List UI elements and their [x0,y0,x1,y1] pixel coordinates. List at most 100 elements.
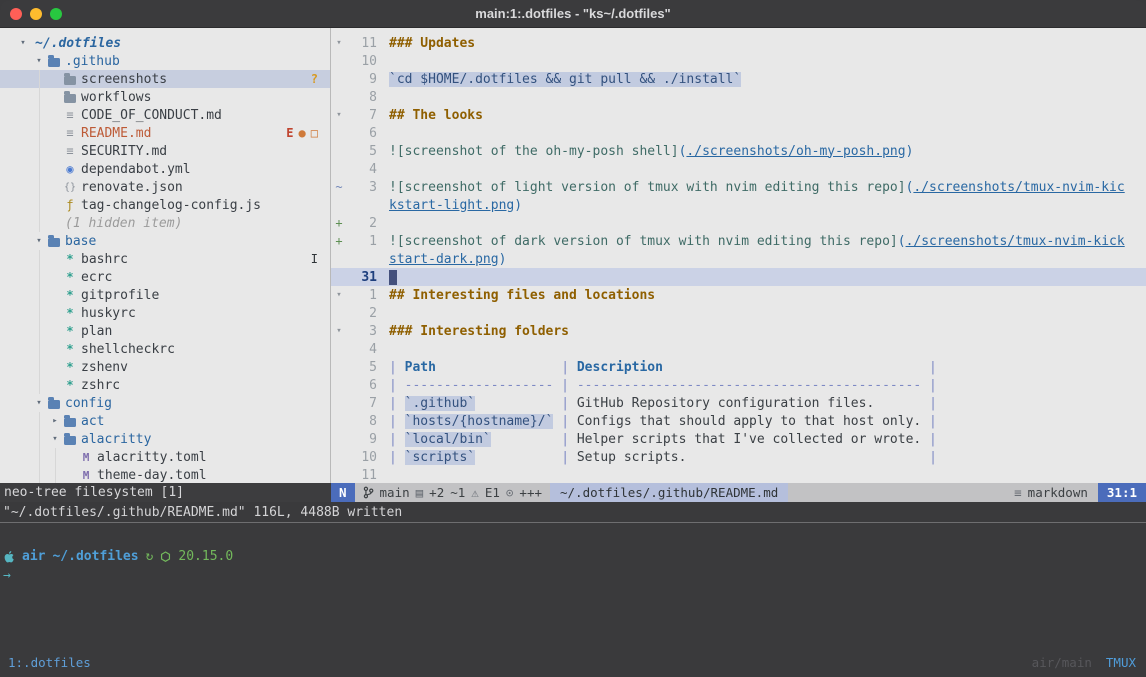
line-segment: ### Interesting folders [389,324,569,339]
line-text: ![screenshot of dark version of tmux wit… [389,234,1125,249]
editor-line[interactable]: 10 [331,52,1146,70]
tree-item-tag-changelog-config-js[interactable]: ƒtag-changelog-config.js [0,196,330,214]
editor-line[interactable]: 9`cd $HOME/.dotfiles && git pull && ./in… [331,70,1146,88]
indent-guide [16,142,32,160]
indent-guide [16,178,32,196]
zoom-button-icon[interactable] [50,8,62,20]
line-number: 2 [347,306,377,321]
tmux-window-name[interactable]: 1:.dotfiles [8,655,91,670]
tree-item-alacritty[interactable]: ▾alacritty [0,430,330,448]
tree-item-readme-md[interactable]: ≡README.mdE●□ [0,124,330,142]
tree-item-github[interactable]: ▾.github [0,52,330,70]
indent-guide [16,394,32,412]
line-text: | `.github` | GitHub Repository configur… [389,396,937,411]
editor-pane[interactable]: ▾11### Updates 109`cd $HOME/.dotfiles && … [331,28,1146,483]
tree-item-plan[interactable]: *plan [0,322,330,340]
editor-line[interactable]: 9| `local/bin` | Helper scripts that I'v… [331,430,1146,448]
tree-item-dotfiles[interactable]: ▾~/.dotfiles [0,34,330,52]
tree-item-base[interactable]: ▾base [0,232,330,250]
tree-item-theme-day-toml[interactable]: Mtheme-day.toml [0,466,330,483]
indent-guide [16,196,32,214]
editor-line[interactable]: 6| ------------------- | ---------------… [331,376,1146,394]
tree-item-dependabot-yml[interactable]: ◉dependabot.yml [0,160,330,178]
close-button-icon[interactable] [10,8,22,20]
tree-item-huskyrc[interactable]: *huskyrc [0,304,330,322]
folder-icon [46,236,62,247]
tree-item-screenshots[interactable]: screenshots? [0,70,330,88]
expander-arrow-icon[interactable]: ▾ [32,56,46,66]
neo-tree-panel[interactable]: ▾~/.dotfiles▾.githubscreenshots? workflow… [0,28,331,483]
shell-file-icon: * [62,252,78,266]
line-segment: ![screenshot of dark version of tmux wit… [389,234,898,249]
neotree-status-text: neo-tree filesystem [1] [4,485,184,500]
line-number: 11 [347,468,377,483]
diagnostics-icon: ⚠ [471,485,479,500]
editor-line[interactable]: kstart-light.png) [331,196,1146,214]
line-number: 10 [347,54,377,69]
editor-line[interactable]: 11 [331,466,1146,483]
tree-item-config[interactable]: ▾config [0,394,330,412]
tree-item-label: ecrc [81,270,112,285]
indent-guide [48,448,64,466]
editor-line[interactable]: +2 [331,214,1146,232]
editor-line[interactable]: start-dark.png) [331,250,1146,268]
editor-line[interactable]: 2 [331,304,1146,322]
line-segment: Setup scripts. [577,450,687,465]
indent-guide [16,322,32,340]
editor-line[interactable]: ▾1## Interesting files and locations [331,286,1146,304]
indent-guide [32,124,48,142]
minimize-button-icon[interactable] [30,8,42,20]
tree-item-gitprofile[interactable]: *gitprofile [0,286,330,304]
tree-item-zshrc[interactable]: *zshrc [0,376,330,394]
editor-cursor-line[interactable]: 31 [331,268,1146,286]
tree-item-ecrc[interactable]: *ecrc [0,268,330,286]
line-segment: Description [577,360,663,375]
editor-line[interactable]: 10| `scripts` | Setup scripts. | [331,448,1146,466]
line-text: ### Updates [389,36,475,51]
line-text: kstart-light.png) [389,198,522,213]
editor-line[interactable]: 4 [331,340,1146,358]
tree-item-1-hidden-item[interactable]: (1 hidden item) [0,214,330,232]
tree-item-security-md[interactable]: ≡SECURITY.md [0,142,330,160]
editor-line[interactable]: 7| `.github` | GitHub Repository configu… [331,394,1146,412]
expander-arrow-icon[interactable]: ▾ [32,398,46,408]
editor-line[interactable]: 4 [331,160,1146,178]
tree-item-renovate-json[interactable]: {}renovate.json [0,178,330,196]
titlebar[interactable]: main:1:.dotfiles - "ks~/.dotfiles" [0,0,1146,28]
gutter-sign-icon: ~ [331,180,347,194]
tree-item-workflows[interactable]: workflows [0,88,330,106]
statusline-left-segment: main ▤ +2 ~1 ⚠ E1 ⊙ +++ [355,485,550,500]
tree-item-code-of-conduct-md[interactable]: ≡CODE_OF_CONDUCT.md [0,106,330,124]
tree-item-shellcheckrc[interactable]: *shellcheckrc [0,340,330,358]
gutter-sign-icon: + [331,234,347,248]
tree-item-label: shellcheckrc [81,342,175,357]
shell-pane[interactable]: air ~/.dotfiles ↻ 20.15.0 → [0,524,1146,651]
folder-icon [62,74,78,85]
editor-line[interactable]: 8 [331,88,1146,106]
indent-guide [32,466,48,483]
shell-input-line[interactable]: → [3,566,1146,585]
expander-arrow-icon[interactable]: ▾ [16,38,30,48]
expander-arrow-icon[interactable]: ▾ [32,236,46,246]
line-number: 1 [347,234,377,249]
editor-line[interactable]: 5| Path | Description | [331,358,1146,376]
editor-line[interactable]: 8| `hosts/{hostname}/` | Configs that sh… [331,412,1146,430]
editor-line[interactable]: 5![screenshot of the oh-my-posh shell](.… [331,142,1146,160]
editor-line[interactable]: 6 [331,124,1146,142]
line-segment: | [389,414,405,429]
expander-arrow-icon[interactable]: ▾ [48,434,62,444]
editor-line[interactable]: +1 ![screenshot of dark version of tmux w… [331,232,1146,250]
line-text: | `scripts` | Setup scripts. | [389,450,937,465]
tree-item-alacritty-toml[interactable]: Malacritty.toml [0,448,330,466]
expander-arrow-icon[interactable]: ▸ [48,416,62,426]
editor-line[interactable]: ~3![screenshot of light version of tmux … [331,178,1146,196]
tree-item-bashrc[interactable]: *bashrcI [0,250,330,268]
tree-item-zshenv[interactable]: *zshenv [0,358,330,376]
indent-guide [32,286,48,304]
editor-line[interactable]: ▾11### Updates [331,34,1146,52]
editor-line[interactable]: ▾3### Interesting folders [331,322,1146,340]
tree-item-act[interactable]: ▸act [0,412,330,430]
editor-line[interactable]: ▾7## The looks [331,106,1146,124]
tree-item-label: workflows [81,90,151,105]
tree-item-label: CODE_OF_CONDUCT.md [81,108,222,123]
